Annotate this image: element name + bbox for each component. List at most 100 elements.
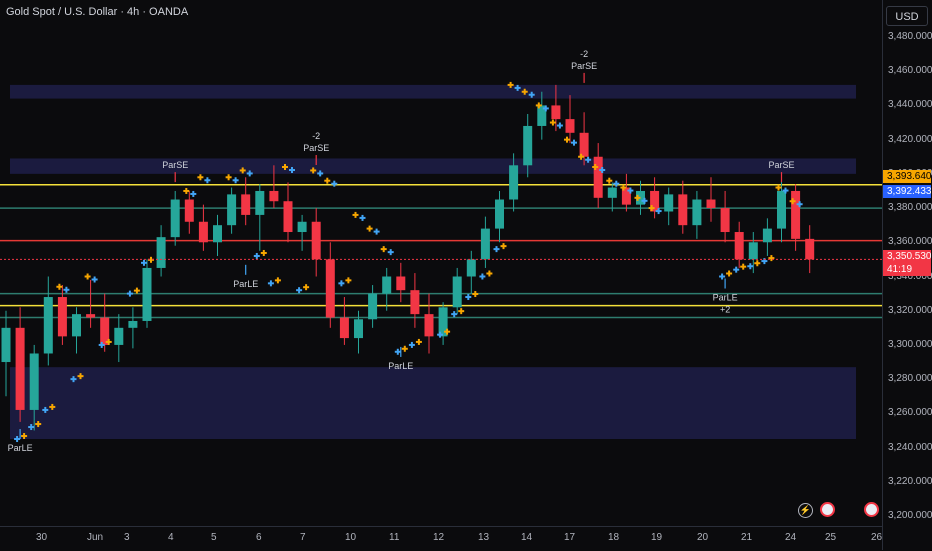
sar-long-point — [479, 273, 486, 280]
candle — [1, 310, 11, 397]
candle-body — [466, 259, 476, 277]
candle — [86, 279, 96, 328]
candle-body — [410, 290, 420, 315]
price-tick-label: 3,260.000 — [888, 407, 932, 419]
candle — [297, 214, 307, 251]
sar-short-point — [197, 174, 204, 181]
sar-long-point-alt — [133, 287, 140, 294]
candle-body — [213, 225, 222, 243]
zone-layer — [10, 84, 856, 440]
price-tick-label: 3,220.000 — [888, 475, 932, 487]
time-tick-label: 30 — [36, 532, 48, 543]
candle-body — [86, 314, 96, 318]
sar-short-point-alt — [63, 286, 70, 293]
candle-body — [297, 221, 307, 233]
time-tick-label: 4 — [168, 532, 174, 543]
time-tick-label: 5 — [211, 532, 217, 543]
candle — [114, 314, 124, 363]
price-tick-label: 3,240.000 — [888, 441, 932, 453]
candle-body — [354, 319, 363, 339]
lightning-icon[interactable]: ⚡ — [798, 503, 813, 518]
sar-short-point-alt — [190, 190, 197, 197]
sar-short-point-alt — [204, 177, 211, 184]
time-tick-label: 17 — [564, 532, 576, 543]
candle — [720, 190, 730, 243]
candle-body — [734, 232, 744, 260]
sar-short-point-alt — [387, 249, 394, 256]
signal-label: +2 — [720, 305, 730, 315]
symbol-title[interactable]: Gold Spot / U.S. Dollar · 4h · OANDA — [6, 6, 188, 18]
candle-body — [325, 259, 335, 318]
candle-body — [114, 327, 124, 345]
candle — [706, 177, 716, 222]
sar-long-point — [394, 348, 401, 355]
signal-label: ParLE — [388, 361, 413, 371]
candle — [72, 307, 81, 354]
candle-body — [607, 187, 617, 198]
candle — [664, 187, 674, 226]
price-tick-label: 3,420.000 — [888, 133, 932, 145]
candle-body — [523, 125, 533, 166]
candle-body — [495, 199, 504, 229]
time-tick-label: 6 — [256, 532, 262, 543]
candle — [396, 262, 406, 303]
sar-short-point — [380, 246, 387, 253]
candle — [227, 187, 237, 234]
signal-label: ParSE — [303, 143, 329, 153]
candle — [607, 182, 617, 212]
signal-label: ParLE — [713, 293, 738, 303]
sar-long-point — [451, 311, 458, 318]
sar-long-point — [733, 266, 740, 273]
candle — [142, 259, 152, 328]
sar-long-point-alt — [768, 255, 775, 262]
candle — [734, 221, 744, 268]
candle-body — [565, 119, 575, 133]
candle-body — [128, 320, 138, 328]
candle-body — [29, 353, 39, 410]
candle-body — [339, 317, 349, 339]
candle-body — [664, 194, 674, 212]
candle — [593, 143, 603, 209]
sar-long-point — [253, 252, 260, 259]
us-flag-icon[interactable] — [864, 502, 879, 517]
candle-body — [142, 267, 152, 321]
candle-body — [509, 165, 519, 200]
candle-body — [424, 314, 434, 337]
time-tick-label: 11 — [389, 532, 400, 543]
candle — [128, 307, 138, 349]
time-tick-label: 21 — [741, 532, 753, 543]
us-flag-icon[interactable] — [820, 502, 835, 517]
candle-body — [156, 237, 166, 268]
candle-body — [269, 190, 279, 202]
price-tick-label: 3,380.000 — [888, 202, 932, 214]
sar-short-point-alt — [331, 180, 338, 187]
time-tick-label: Jun — [87, 532, 104, 543]
price-chart[interactable]: ParLE ParSE ParLE ParSE -2 ParLE ParSE -2 ParLE +… — [0, 0, 882, 526]
candle — [325, 242, 335, 328]
time-tick-label: 25 — [825, 532, 837, 543]
price-tick-label: 3,440.000 — [888, 99, 932, 111]
sar-long-point-alt — [754, 260, 761, 267]
candle — [156, 225, 166, 277]
sar-short-point — [84, 273, 91, 280]
signal-label: -2 — [580, 49, 588, 59]
sar-short-point-alt — [232, 177, 239, 184]
resistance-price-label: 3,393.640 — [883, 169, 932, 183]
candle — [495, 190, 504, 243]
sar-long-point-alt — [458, 308, 465, 315]
price-tick-label: 3,300.000 — [888, 338, 932, 350]
signal-label: ParSE — [768, 160, 794, 170]
sar-long-point — [141, 259, 147, 266]
last-price-label: 3,350.530 — [883, 249, 932, 263]
candle-body — [43, 297, 53, 354]
sar-long-point — [465, 294, 472, 301]
time-tick-label: 7 — [300, 532, 306, 543]
candle-body — [706, 199, 716, 209]
candle-body — [692, 199, 702, 226]
currency-button[interactable]: USD — [886, 6, 928, 26]
candle-body — [170, 199, 180, 238]
candle-body — [198, 221, 208, 243]
candle-body — [72, 314, 81, 337]
sar-long-point — [126, 290, 133, 297]
sar-short-point — [352, 211, 359, 218]
